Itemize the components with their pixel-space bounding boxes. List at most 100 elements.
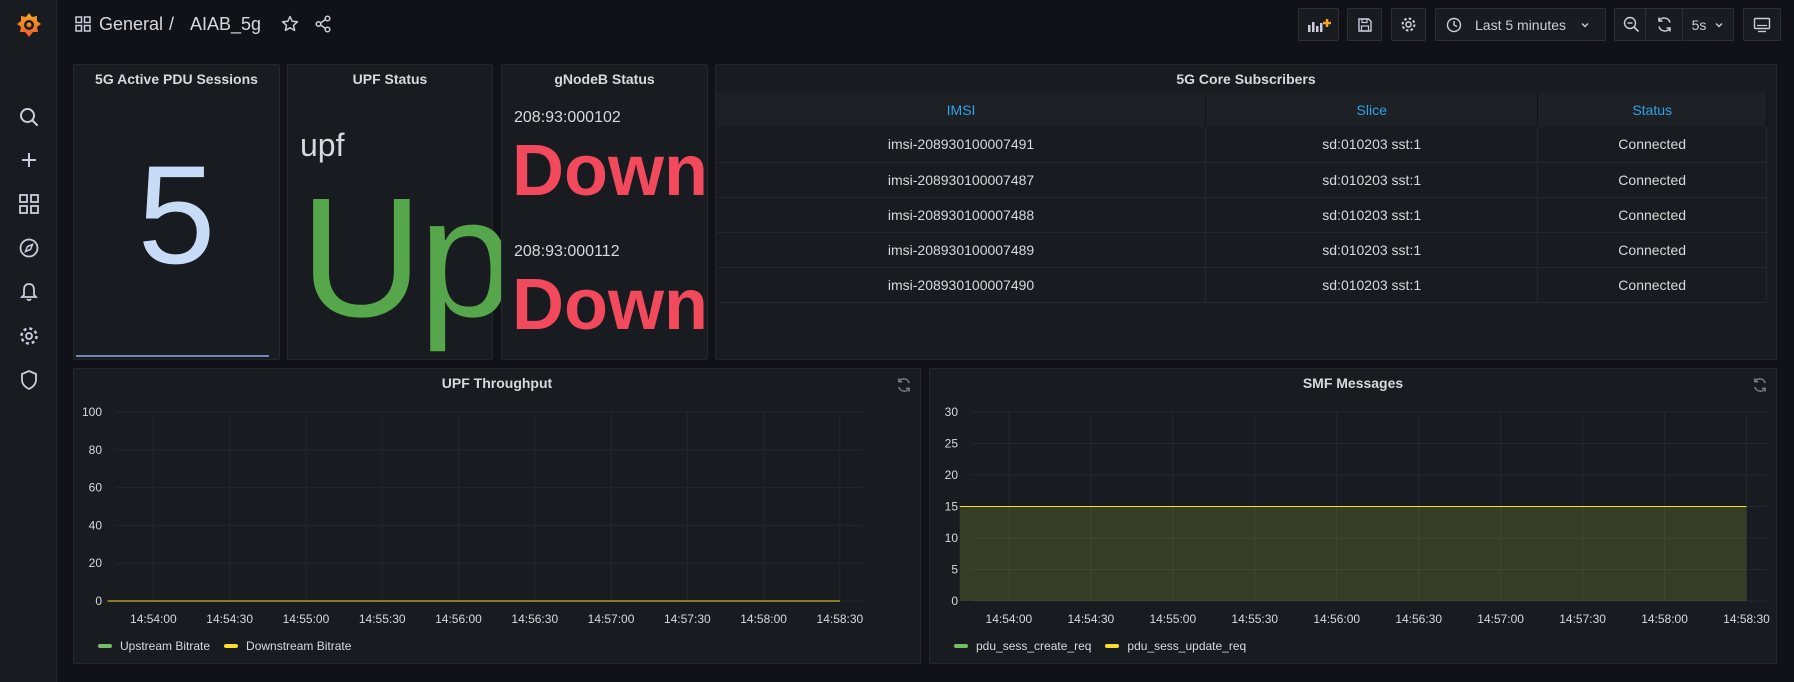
legend-item[interactable]: pdu_sess_update_req <box>1105 639 1246 653</box>
pdu-sessions-panel: 5G Active PDU Sessions 5 <box>73 64 280 360</box>
legend-label: pdu_sess_update_req <box>1127 639 1247 653</box>
legend-item[interactable]: pdu_sess_create_req <box>954 639 1091 653</box>
add-panel-button[interactable] <box>1298 8 1339 41</box>
x-tick-label: 14:56:00 <box>435 612 482 626</box>
add-panel-icon <box>1307 18 1331 32</box>
y-tick-label: 0 <box>951 594 958 608</box>
sparkline <box>76 355 269 357</box>
legend-item[interactable]: Upstream Bitrate <box>98 639 210 653</box>
legend-item[interactable]: Downstream Bitrate <box>224 639 351 653</box>
gnodeb-status-panel: gNodeB Status 208:93:000102 Down 208:93:… <box>501 64 708 360</box>
share-icon[interactable] <box>314 15 332 33</box>
table-row: imsi-208930100007490 sd:010203 sst:1 Con… <box>717 267 1767 303</box>
configuration-icon[interactable] <box>0 316 57 356</box>
table-row: imsi-208930100007487 sd:010203 sst:1 Con… <box>717 162 1767 198</box>
x-tick-label: 14:56:30 <box>1395 612 1442 626</box>
y-tick-label: 15 <box>945 500 959 514</box>
chevron-down-icon <box>1715 22 1723 27</box>
y-tick-label: 0 <box>95 594 102 608</box>
x-tick-label: 14:58:30 <box>1723 612 1770 626</box>
x-tick-label: 14:56:30 <box>511 612 558 626</box>
x-tick-label: 14:54:30 <box>1067 612 1114 626</box>
imsi-cell: imsi-208930100007490 <box>717 267 1207 303</box>
column-header-imsi[interactable]: IMSI <box>717 93 1207 127</box>
zoom-out-button[interactable] <box>1614 8 1649 41</box>
cycle-view-mode-button[interactable] <box>1743 8 1781 41</box>
table-header-row: IMSI Slice Status <box>717 93 1767 127</box>
y-tick-label: 100 <box>82 405 102 419</box>
stat-value: Down <box>512 131 708 211</box>
legend: pdu_sess_create_req pdu_sess_update_req <box>954 639 1246 653</box>
slice-cell: sd:010203 sst:1 <box>1205 127 1539 163</box>
breadcrumb-folder[interactable]: General <box>99 14 163 35</box>
refresh-button[interactable] <box>1645 8 1683 41</box>
x-tick-label: 14:55:30 <box>1231 612 1278 626</box>
imsi-cell: imsi-208930100007488 <box>717 197 1207 233</box>
y-tick-label: 80 <box>89 443 103 457</box>
upf-throughput-panel: UPF Throughput 0 20 40 60 80 100 14:54:00 14:54… <box>73 368 921 664</box>
time-range-label: Last 5 minutes <box>1475 16 1567 33</box>
dashboard-settings-button[interactable] <box>1391 8 1426 41</box>
explore-icon[interactable] <box>0 228 57 268</box>
dashboards-icon[interactable] <box>0 184 57 224</box>
legend-swatch <box>224 644 239 648</box>
slice-cell: sd:010203 sst:1 <box>1205 197 1539 233</box>
refresh-interval-label: 5s <box>1691 16 1707 33</box>
breadcrumb-separator: / <box>169 14 175 34</box>
stat-value: Down <box>512 265 708 345</box>
y-tick-label: 40 <box>89 518 103 532</box>
y-tick-label: 20 <box>89 556 103 570</box>
imsi-cell: imsi-208930100007487 <box>717 162 1207 198</box>
clock-icon <box>1446 17 1462 32</box>
panel-title[interactable]: 5G Core Subscribers <box>716 71 1776 87</box>
chevron-down-icon <box>1581 22 1589 27</box>
x-tick-label: 14:54:00 <box>130 612 177 626</box>
time-picker-button[interactable]: Last 5 minutes <box>1435 8 1606 41</box>
panel-title[interactable]: 5G Active PDU Sessions <box>74 71 279 87</box>
alerting-icon[interactable] <box>0 272 57 312</box>
x-tick-label: 14:58:00 <box>1641 612 1688 626</box>
dashboard-title[interactable]: AIAB_5g <box>190 14 261 35</box>
legend-label: Upstream Bitrate <box>120 639 211 653</box>
star-icon[interactable] <box>281 15 299 33</box>
x-tick-label: 14:55:30 <box>359 612 406 626</box>
slice-cell: sd:010203 sst:1 <box>1205 267 1539 303</box>
zoom-out-icon <box>1623 16 1640 33</box>
server-admin-icon[interactable] <box>0 360 57 400</box>
grafana-logo-icon[interactable] <box>0 5 57 45</box>
y-tick-label: 25 <box>945 437 959 451</box>
x-tick-label: 14:57:30 <box>664 612 711 626</box>
side-nav <box>0 0 57 682</box>
x-tick-label: 14:57:00 <box>588 612 635 626</box>
imsi-cell: imsi-208930100007489 <box>717 232 1207 268</box>
legend-swatch <box>954 644 968 648</box>
stat-series-name: 208:93:000102 <box>514 109 621 126</box>
x-tick-label: 14:55:00 <box>1149 612 1196 626</box>
refresh-interval-picker[interactable]: 5s <box>1682 8 1734 41</box>
y-tick-label: 5 <box>951 563 958 577</box>
table-row: imsi-208930100007489 sd:010203 sst:1 Con… <box>717 232 1767 268</box>
stat-value: Up <box>300 163 513 353</box>
slice-cell: sd:010203 sst:1 <box>1205 232 1539 268</box>
save-icon <box>1357 17 1372 32</box>
save-dashboard-button[interactable] <box>1347 8 1382 41</box>
y-tick-label: 20 <box>945 468 959 482</box>
x-tick-label: 14:54:00 <box>986 612 1033 626</box>
x-tick-label: 14:56:00 <box>1313 612 1360 626</box>
panel-title[interactable]: UPF Status <box>288 71 492 87</box>
subscribers-panel: 5G Core Subscribers IMSI Slice Status im… <box>715 64 1777 360</box>
stat-series-name: 208:93:000112 <box>514 243 620 260</box>
gear-icon <box>1401 17 1416 32</box>
legend-swatch <box>98 644 112 648</box>
search-icon[interactable] <box>0 97 57 137</box>
refresh-icon <box>1658 17 1671 32</box>
dashboards-icon <box>75 16 91 32</box>
plus-icon[interactable] <box>0 140 57 180</box>
column-header-slice[interactable]: Slice <box>1205 93 1539 127</box>
x-tick-label: 14:58:30 <box>817 612 864 626</box>
upf-status-panel: UPF Status upf Up <box>287 64 513 360</box>
stat-series-name: upf <box>300 127 345 163</box>
panel-title[interactable]: gNodeB Status <box>502 71 707 87</box>
column-header-status[interactable]: Status <box>1537 93 1767 127</box>
smf-messages-chart: 0 5 10 15 20 25 30 14:54:00 14:54:30 14:55:00 14:5… <box>945 405 1771 626</box>
